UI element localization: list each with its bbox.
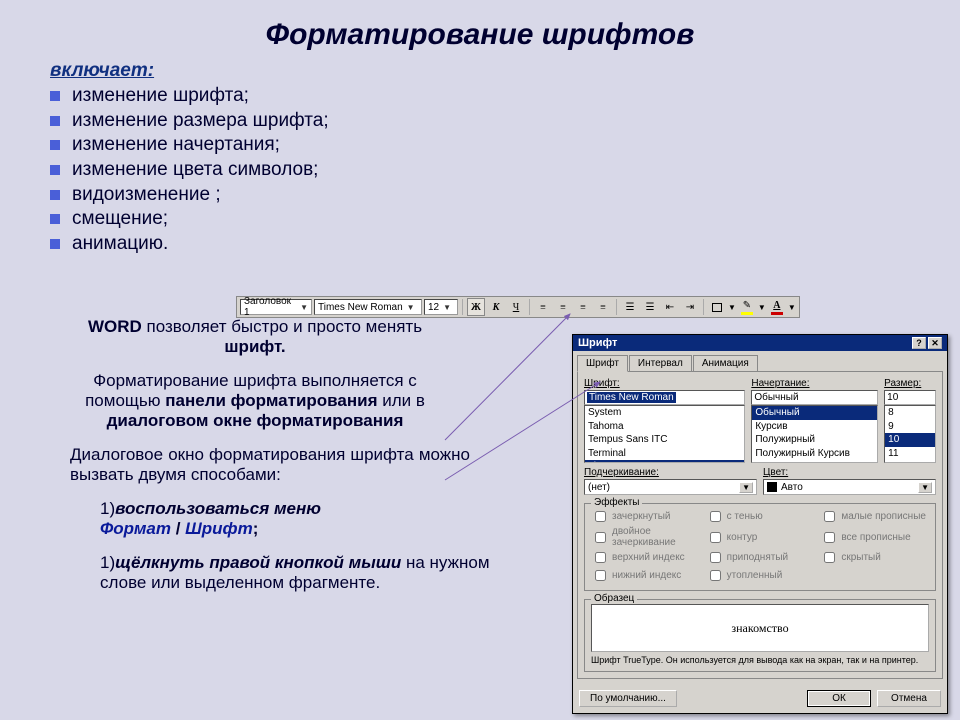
- chevron-down-icon[interactable]: ▼: [788, 303, 796, 312]
- sample-legend: Образец: [591, 593, 637, 604]
- font-color-button[interactable]: А: [768, 298, 786, 316]
- dialog-title-text: Шрифт: [578, 337, 617, 349]
- effect-subscript[interactable]: нижний индекс: [591, 567, 700, 584]
- chevron-down-icon: ▼: [739, 482, 753, 493]
- word-label: WORD: [88, 317, 142, 336]
- italic-button[interactable]: К: [487, 298, 505, 316]
- font-select[interactable]: Times New Roman▼: [314, 299, 422, 315]
- page-title: Форматирование шрифтов: [0, 0, 960, 52]
- color-label: Цвет:: [763, 467, 936, 478]
- sample-fieldset: Образец знакомство Шрифт TrueType. Он ис…: [584, 599, 936, 672]
- effect-allcaps[interactable]: все прописные: [820, 526, 929, 548]
- effect-superscript[interactable]: верхний индекс: [591, 549, 700, 566]
- borders-button[interactable]: [708, 298, 726, 316]
- close-icon[interactable]: ✕: [928, 337, 942, 349]
- effect-engrave[interactable]: утопленный: [706, 567, 815, 584]
- effects-fieldset: Эффекты зачеркнутый с тенью малые пропис…: [584, 503, 936, 591]
- paragraph-ways: Диалоговое окно форматирования шрифта мо…: [70, 445, 470, 485]
- underline-button[interactable]: Ч: [507, 298, 525, 316]
- list-item[interactable]: System: [585, 406, 744, 420]
- tab-font[interactable]: Шрифт: [577, 355, 628, 372]
- indent-button[interactable]: ⇥: [681, 298, 699, 316]
- underline-select[interactable]: (нет)▼: [584, 479, 757, 495]
- list-item[interactable]: 8: [885, 406, 935, 420]
- list-item[interactable]: Terminal: [585, 447, 744, 461]
- underline-label: Подчеркивание:: [584, 467, 757, 478]
- outdent-button[interactable]: ⇤: [661, 298, 679, 316]
- list-item: анимацию.: [50, 232, 960, 257]
- cancel-button[interactable]: Отмена: [877, 690, 941, 707]
- effect-emboss[interactable]: приподнятый: [706, 549, 815, 566]
- menu-font-link: Шрифт: [185, 519, 253, 538]
- chevron-down-icon[interactable]: ▼: [728, 303, 736, 312]
- list-item[interactable]: 10: [885, 433, 935, 447]
- list-item: смещение;: [50, 207, 960, 232]
- default-button[interactable]: По умолчанию...: [579, 690, 677, 707]
- chevron-down-icon: ▼: [443, 303, 451, 312]
- includes-label: включает:: [50, 60, 960, 82]
- style-select[interactable]: Заголовок 1▼: [240, 299, 312, 315]
- effect-outline[interactable]: контур: [706, 526, 815, 548]
- body-text: WORD позволяет быстро и просто менять шр…: [70, 317, 440, 593]
- chevron-down-icon: ▼: [407, 303, 415, 312]
- chevron-down-icon: ▼: [300, 303, 308, 312]
- ok-button[interactable]: ОК: [807, 690, 871, 707]
- bold-button[interactable]: Ж: [467, 298, 485, 316]
- list-item[interactable]: 9: [885, 420, 935, 434]
- effect-hidden[interactable]: скрытый: [820, 549, 929, 566]
- font-input[interactable]: Times New Roman: [584, 390, 745, 405]
- menu-format-link: Формат: [100, 519, 171, 538]
- effect-double-strike[interactable]: двойное зачеркивание: [591, 526, 700, 548]
- font-listbox[interactable]: System Tahoma Tempus Sans ITC Terminal T…: [584, 405, 745, 463]
- tab-interval[interactable]: Интервал: [629, 355, 692, 372]
- font-dialog: Шрифт ? ✕ Шрифт Интервал Анимация Шрифт:…: [572, 334, 948, 714]
- formatting-toolbar: Заголовок 1▼ Times New Roman▼ 12▼ Ж К Ч …: [236, 296, 800, 318]
- list-item: изменение начертания;: [50, 133, 960, 158]
- style-input[interactable]: Обычный: [751, 390, 878, 405]
- list-item[interactable]: Обычный: [752, 406, 877, 420]
- dialog-tabs: Шрифт Интервал Анимация: [573, 351, 947, 372]
- align-right-button[interactable]: ≡: [574, 298, 592, 316]
- size-listbox[interactable]: 8 9 10 11 12: [884, 405, 936, 463]
- list-item[interactable]: Times New Roman: [585, 460, 744, 463]
- highlight-button[interactable]: ✎: [738, 298, 756, 316]
- list-item: изменение шрифта;: [50, 84, 960, 109]
- list-item[interactable]: Полужирный: [752, 433, 877, 447]
- dialog-title-bar: Шрифт ? ✕: [573, 335, 947, 351]
- list-item[interactable]: 12: [885, 460, 935, 463]
- effect-smallcaps[interactable]: малые прописные: [820, 508, 929, 525]
- effects-legend: Эффекты: [591, 497, 642, 508]
- sample-hint: Шрифт TrueType. Он используется для выво…: [591, 655, 929, 665]
- chevron-down-icon: ▼: [918, 482, 932, 493]
- color-select[interactable]: Авто▼: [763, 479, 936, 495]
- help-icon[interactable]: ?: [912, 337, 926, 349]
- style-label: Начертание:: [751, 378, 878, 389]
- tab-animation[interactable]: Анимация: [693, 355, 758, 372]
- bullet-list: изменение шрифта; изменение размера шриф…: [50, 84, 960, 257]
- list-item[interactable]: Полужирный Курсив: [752, 447, 877, 461]
- list-item[interactable]: Tahoma: [585, 420, 744, 434]
- align-center-button[interactable]: ≡: [554, 298, 572, 316]
- font-label: Шрифт:: [584, 378, 745, 389]
- list-item: изменение цвета символов;: [50, 158, 960, 183]
- sample-preview: знакомство: [591, 604, 929, 652]
- bulleted-list-button[interactable]: ☰: [641, 298, 659, 316]
- align-left-button[interactable]: ≡: [534, 298, 552, 316]
- numbered-list-button[interactable]: ☰: [621, 298, 639, 316]
- chevron-down-icon[interactable]: ▼: [758, 303, 766, 312]
- list-item: видоизменение ;: [50, 183, 960, 208]
- list-item: изменение размера шрифта;: [50, 109, 960, 134]
- align-justify-button[interactable]: ≡: [594, 298, 612, 316]
- size-select[interactable]: 12▼: [424, 299, 458, 315]
- effect-shadow[interactable]: с тенью: [706, 508, 815, 525]
- list-item[interactable]: 11: [885, 447, 935, 461]
- list-item[interactable]: Курсив: [752, 420, 877, 434]
- style-listbox[interactable]: Обычный Курсив Полужирный Полужирный Кур…: [751, 405, 878, 463]
- list-item[interactable]: Tempus Sans ITC: [585, 433, 744, 447]
- size-label: Размер:: [884, 378, 936, 389]
- effect-strikethrough[interactable]: зачеркнутый: [591, 508, 700, 525]
- size-input[interactable]: 10: [884, 390, 936, 405]
